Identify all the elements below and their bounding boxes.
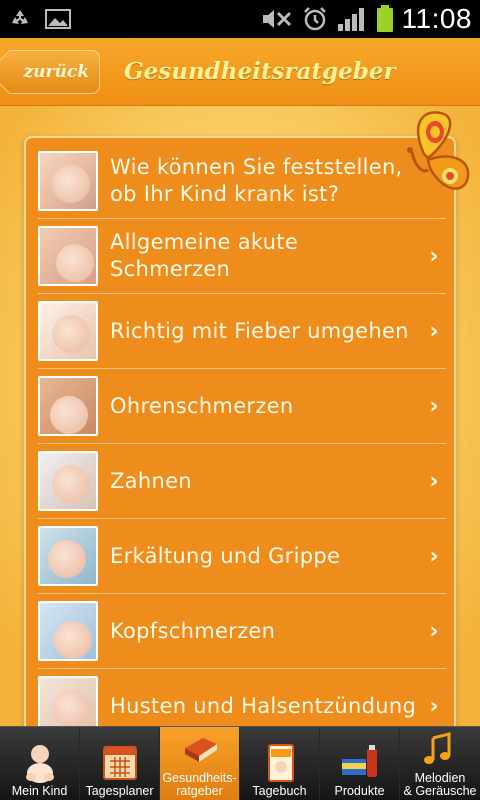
battery-icon (376, 5, 393, 32)
butterfly-icon (407, 111, 470, 190)
bottom-tab-bar: Mein Kind Tagesplaner Gesundheits- ratge… (0, 726, 480, 800)
baby-photo-thumbnail (38, 226, 98, 286)
list-item[interactable]: Kopfschmerzen › (38, 594, 446, 669)
list-item[interactable]: Erkältung und Grippe › (38, 519, 446, 594)
image-icon (45, 9, 71, 29)
tab-label: Melodien & Geräusche (403, 771, 477, 798)
tab-label: Produkte (334, 784, 385, 798)
baby-photo-thumbnail (38, 301, 98, 361)
chevron-right-icon: › (429, 618, 439, 644)
baby-photo-thumbnail (38, 451, 98, 511)
tab-gesundheitsratgeber[interactable]: Gesundheits- ratgeber (160, 727, 240, 800)
chevron-right-icon: › (429, 693, 439, 719)
alarm-icon (303, 7, 326, 31)
tab-tagesplaner[interactable]: Tagesplaner (80, 727, 160, 800)
list-item-label: Ohrenschmerzen (110, 393, 294, 418)
topic-list: Wie können Sie feststellen, ob Ihr Kind … (24, 136, 456, 736)
list-item[interactable]: Ohrenschmerzen › (38, 369, 446, 444)
list-item-label: Kopfschmerzen (110, 618, 276, 643)
tab-melodien[interactable]: Melodien & Geräusche (400, 727, 480, 800)
tab-tagebuch[interactable]: Tagebuch (240, 727, 320, 800)
list-item-label: Richtig mit Fieber umgehen (110, 318, 409, 343)
mute-icon (262, 10, 291, 28)
tab-mein-kind[interactable]: Mein Kind (0, 727, 80, 800)
back-button-label: zurück (23, 61, 89, 82)
tab-label: Gesundheits- ratgeber (162, 771, 237, 798)
list-item-label: Erkältung und Grippe (110, 543, 341, 568)
book-icon (184, 738, 217, 762)
list-item[interactable]: Wie können Sie feststellen, ob Ihr Kind … (38, 144, 446, 219)
baby-icon (25, 745, 54, 783)
page-title: Gesundheitsratgeber (124, 58, 396, 85)
products-icon (341, 745, 377, 777)
tab-label: Mein Kind (11, 784, 68, 798)
chevron-right-icon: › (429, 393, 439, 419)
baby-photo-thumbnail (38, 151, 98, 211)
list-item-label: Zahnen (110, 468, 192, 493)
status-bar: 11:08 (0, 0, 480, 38)
baby-photo-thumbnail (38, 526, 98, 586)
chevron-right-icon: › (429, 468, 439, 494)
list-item-label: Husten und Halsentzündung (110, 693, 417, 718)
recycle-icon (12, 10, 28, 24)
tab-label: Tagesplaner (85, 784, 154, 798)
tab-label: Tagebuch (252, 784, 307, 798)
chevron-right-icon: › (429, 543, 439, 569)
back-button[interactable]: zurück (10, 49, 100, 94)
list-item[interactable]: Zahnen › (38, 444, 446, 519)
chevron-right-icon: › (429, 243, 439, 269)
diary-icon (267, 744, 294, 782)
chevron-right-icon: › (429, 318, 439, 344)
tab-produkte[interactable]: Produkte (320, 727, 400, 800)
header: zurück Gesundheitsratgeber (0, 38, 480, 106)
list-item[interactable]: Allgemeine akute Schmerzen › (38, 219, 446, 294)
clock: 11:08 (401, 3, 472, 34)
baby-photo-thumbnail (38, 601, 98, 661)
signal-icon (337, 8, 364, 31)
calendar-icon (102, 746, 137, 780)
music-note-icon (424, 732, 451, 764)
list-item[interactable]: Richtig mit Fieber umgehen › (38, 294, 446, 369)
list-item-label: Allgemeine akute Schmerzen (110, 230, 299, 281)
baby-photo-thumbnail (38, 376, 98, 436)
